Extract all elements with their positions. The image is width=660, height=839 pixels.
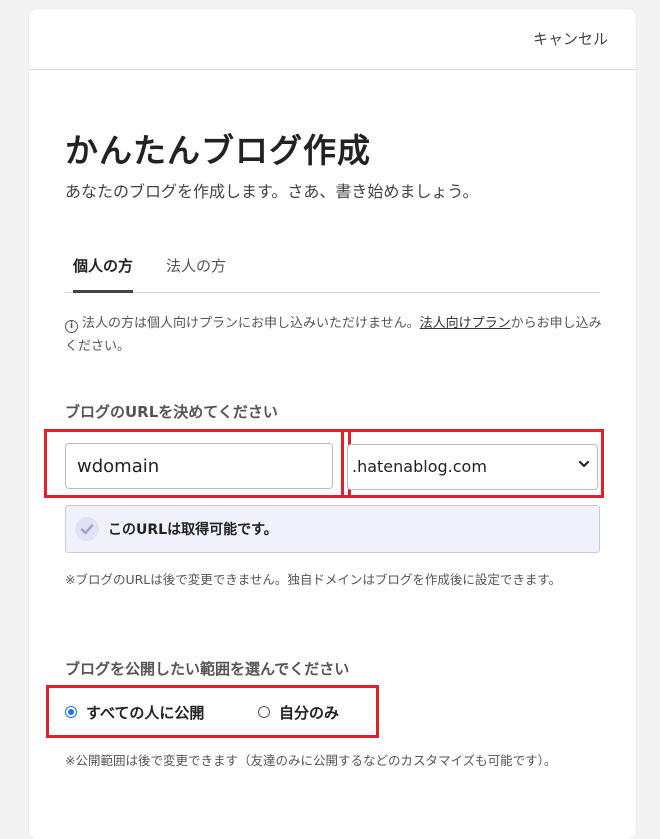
domain-select[interactable]: .hatenablog.com (347, 444, 598, 490)
url-note: ※ブログのURLは後で変更できません。独自ドメインはブログを作成後に設定できます… (65, 572, 562, 587)
cancel-button[interactable]: キャンセル (533, 28, 608, 49)
visibility-note: ※公開範囲は後で変更できます（友達のみに公開するなどのカスタマイズも可能です）。 (65, 753, 557, 768)
subdomain-input[interactable] (65, 443, 333, 489)
visibility-section-label: ブログを公開したい範囲を選んでください (65, 660, 350, 678)
page-subtitle: あなたのブログを作成します。さあ、書き始めましょう。 (65, 182, 479, 201)
tab-individual[interactable]: 個人の方 (73, 248, 134, 293)
check-icon (75, 517, 99, 541)
availability-banner: このURLは取得可能です。 (65, 505, 600, 553)
top-bar: キャンセル (29, 9, 636, 70)
availability-message: このURLは取得可能です。 (108, 522, 278, 538)
radio-button-private[interactable] (258, 706, 270, 718)
corporate-notice: i 法人の方は個人向けプランにお申し込みいただけません。法人向けプランからお申し込… (65, 312, 605, 358)
radio-button-public[interactable] (65, 706, 77, 718)
tab-bar: 個人の方 法人の方 (65, 248, 600, 293)
radio-label-private: 自分のみ (279, 704, 340, 722)
tab-corporate[interactable]: 法人の方 (166, 248, 226, 292)
page-title: かんたんブログ作成 (65, 131, 371, 170)
notice-text-before: 法人の方は個人向けプランにお申し込みいただけません。 (82, 316, 420, 331)
info-icon: i (65, 320, 78, 333)
chevron-down-icon (578, 460, 590, 468)
corporate-plan-link[interactable]: 法人向けプラン (420, 316, 511, 331)
url-section-label: ブログのURLを決めてください (65, 403, 278, 421)
domain-selected-value: .hatenablog.com (352, 457, 487, 476)
radio-label-public: すべての人に公開 (86, 704, 205, 722)
